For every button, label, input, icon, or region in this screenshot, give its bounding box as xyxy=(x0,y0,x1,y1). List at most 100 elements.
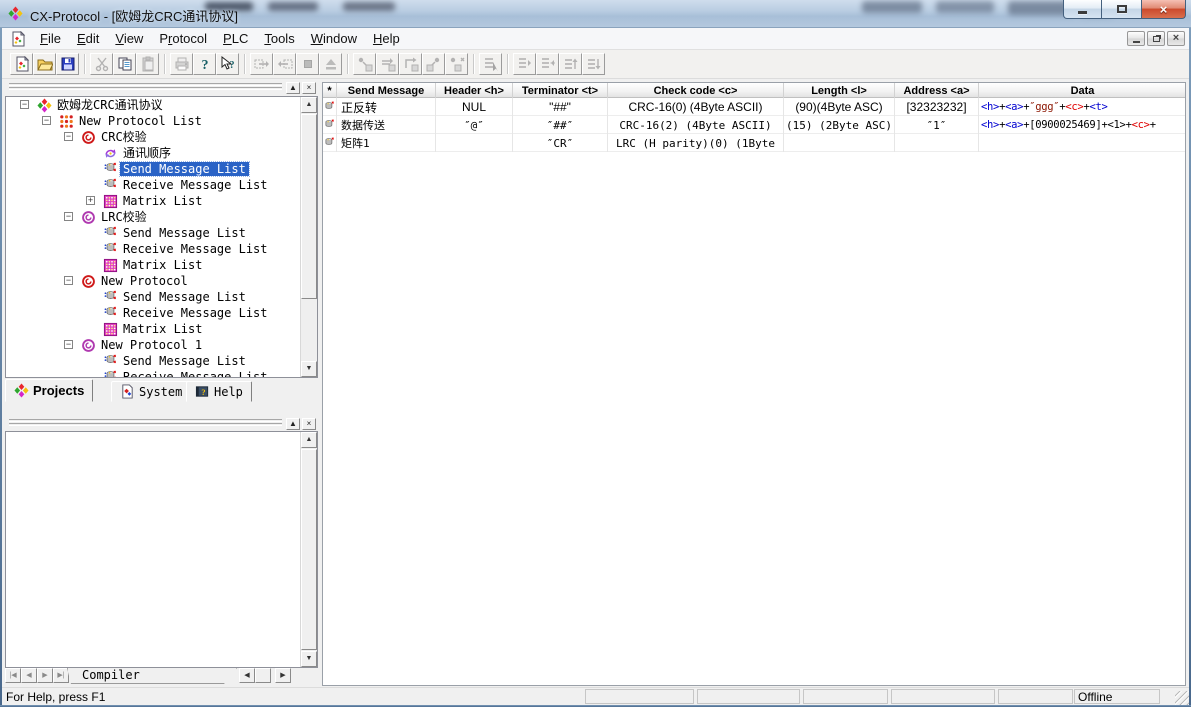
list-down-button[interactable] xyxy=(582,53,605,75)
collapse-toggle[interactable]: − xyxy=(64,276,73,285)
tree-node-label[interactable]: New Protocol xyxy=(98,274,191,288)
scroll-thumb[interactable] xyxy=(301,114,317,299)
transfer-from-plc-button[interactable] xyxy=(273,53,296,75)
cut-button[interactable] xyxy=(90,53,113,75)
tree-node-label[interactable]: Send Message List xyxy=(120,162,249,176)
tree-node-label[interactable]: 通讯顺序 xyxy=(120,146,174,160)
eject-button[interactable] xyxy=(319,53,342,75)
tree-node-label[interactable]: Matrix List xyxy=(120,258,205,272)
tree-node-label[interactable]: Send Message List xyxy=(120,226,249,240)
column-header[interactable]: Header <h> xyxy=(436,83,513,98)
title-bar[interactable]: CX-Protocol - [欧姆龙CRC通讯协议] × xyxy=(0,0,1191,28)
trace-point-button[interactable] xyxy=(422,53,445,75)
trace-continuous-button[interactable] xyxy=(376,53,399,75)
tab-compiler[interactable]: Compiler xyxy=(67,668,237,684)
message-row[interactable]: 数据传送″@″″##″CRC-16(2) (4Byte ASCII)(15) (… xyxy=(323,116,1186,134)
open-button[interactable] xyxy=(33,53,56,75)
first-tab-button[interactable]: |◀ xyxy=(5,668,21,683)
output-pane-gripper[interactable]: ▲ × xyxy=(5,417,318,430)
menu-tools[interactable]: Tools xyxy=(256,29,302,49)
menu-edit[interactable]: Edit xyxy=(69,29,107,49)
menu-plc[interactable]: PLC xyxy=(215,29,256,49)
mdi-restore-button[interactable] xyxy=(1147,31,1165,46)
menu-file[interactable]: File xyxy=(32,29,69,49)
trace-clear-button[interactable] xyxy=(445,53,468,75)
paste-button[interactable] xyxy=(136,53,159,75)
collapse-toggle[interactable]: − xyxy=(64,132,73,141)
next-tab-button[interactable]: ▶ xyxy=(37,668,53,683)
collapse-toggle[interactable]: − xyxy=(64,212,73,221)
tab-system[interactable]: System xyxy=(111,381,191,402)
monitor-list-button[interactable] xyxy=(479,53,502,75)
scroll-up-button[interactable]: ▲ xyxy=(301,432,317,448)
message-row[interactable]: 矩阵1″CR″LRC (H parity)(0) (1Byte xyxy=(323,134,1186,152)
collapse-toggle[interactable]: − xyxy=(42,116,51,125)
column-header[interactable]: Data xyxy=(979,83,1186,98)
tree-pane-gripper[interactable]: ▲ × xyxy=(5,81,318,94)
pane-close-button[interactable]: × xyxy=(302,418,316,430)
copy-button[interactable] xyxy=(113,53,136,75)
save-button[interactable] xyxy=(56,53,79,75)
mdi-minimize-button[interactable] xyxy=(1127,31,1145,46)
tree-node-label[interactable]: Receive Message List xyxy=(120,370,271,377)
tree-node-label[interactable]: Matrix List xyxy=(120,194,205,208)
tab-projects[interactable]: Projects xyxy=(5,379,93,402)
hscroll-right-button[interactable]: ▶ xyxy=(275,668,291,683)
scroll-up-button[interactable]: ▲ xyxy=(301,97,317,113)
trace-step-button[interactable] xyxy=(399,53,422,75)
tree-scrollbar[interactable]: ▲ ▼ xyxy=(300,97,317,377)
tab-help[interactable]: ? Help xyxy=(186,381,252,402)
collapse-toggle[interactable]: − xyxy=(20,100,29,109)
context-help-button[interactable]: ? xyxy=(216,53,239,75)
minimize-button[interactable] xyxy=(1063,0,1102,19)
column-header[interactable]: Length <l> xyxy=(784,83,895,98)
scroll-down-button[interactable]: ▼ xyxy=(301,651,317,667)
tree-node-label[interactable]: 欧姆龙CRC通讯协议 xyxy=(54,98,166,112)
tree-node-label[interactable]: LRC校验 xyxy=(98,210,150,224)
pane-close-button[interactable]: × xyxy=(302,82,316,94)
tree-node-label[interactable]: New Protocol 1 xyxy=(98,338,205,352)
menu-view[interactable]: View xyxy=(107,29,151,49)
column-header[interactable]: * xyxy=(323,83,337,98)
close-button[interactable]: × xyxy=(1141,0,1186,19)
list-receive-button[interactable] xyxy=(536,53,559,75)
list-send-button[interactable] xyxy=(513,53,536,75)
output-scrollbar[interactable]: ▲ ▼ xyxy=(300,432,317,667)
hscroll-thumb[interactable] xyxy=(255,668,271,683)
last-tab-button[interactable]: ▶| xyxy=(53,668,69,683)
stop-button[interactable] xyxy=(296,53,319,75)
prev-tab-button[interactable]: ◀ xyxy=(21,668,37,683)
collapse-toggle[interactable]: − xyxy=(64,340,73,349)
new-button[interactable] xyxy=(10,53,33,75)
message-row[interactable]: 正反转NUL"##"CRC-16(0) (4Byte ASCII)(90)(4B… xyxy=(323,98,1186,116)
pane-expand-button[interactable]: ▲ xyxy=(286,418,300,430)
column-header[interactable]: Terminator <t> xyxy=(513,83,608,98)
scroll-thumb[interactable] xyxy=(301,449,317,650)
tree-node-label[interactable]: Receive Message List xyxy=(120,178,271,192)
pane-expand-button[interactable]: ▲ xyxy=(286,82,300,94)
transfer-to-plc-button[interactable] xyxy=(250,53,273,75)
column-header[interactable]: Address <a> xyxy=(895,83,979,98)
menu-protocol[interactable]: Protocol xyxy=(151,29,215,49)
tree-node-label[interactable]: Receive Message List xyxy=(120,242,271,256)
tree-node-label[interactable]: CRC校验 xyxy=(98,130,150,144)
tree-node-label[interactable]: Send Message List xyxy=(120,354,249,368)
list-up-button[interactable] xyxy=(559,53,582,75)
tree-node-label[interactable]: Matrix List xyxy=(120,322,205,336)
trace-once-button[interactable] xyxy=(353,53,376,75)
menu-help[interactable]: Help xyxy=(365,29,408,49)
hscroll-left-button[interactable]: ◀ xyxy=(239,668,255,683)
column-header[interactable]: Send Message xyxy=(337,83,436,98)
help-button[interactable]: ? xyxy=(193,53,216,75)
tree-node-label[interactable]: Send Message List xyxy=(120,290,249,304)
tree-node-label[interactable]: Receive Message List xyxy=(120,306,271,320)
column-header[interactable]: Check code <c> xyxy=(608,83,784,98)
tree-node-label[interactable]: New Protocol List xyxy=(76,114,205,128)
print-button[interactable] xyxy=(170,53,193,75)
maximize-button[interactable] xyxy=(1102,0,1141,19)
scroll-down-button[interactable]: ▼ xyxy=(301,361,317,377)
resize-grip[interactable] xyxy=(1175,691,1189,705)
mdi-close-button[interactable]: × xyxy=(1167,31,1185,46)
menu-window[interactable]: Window xyxy=(303,29,365,49)
expand-toggle[interactable]: + xyxy=(86,196,95,205)
